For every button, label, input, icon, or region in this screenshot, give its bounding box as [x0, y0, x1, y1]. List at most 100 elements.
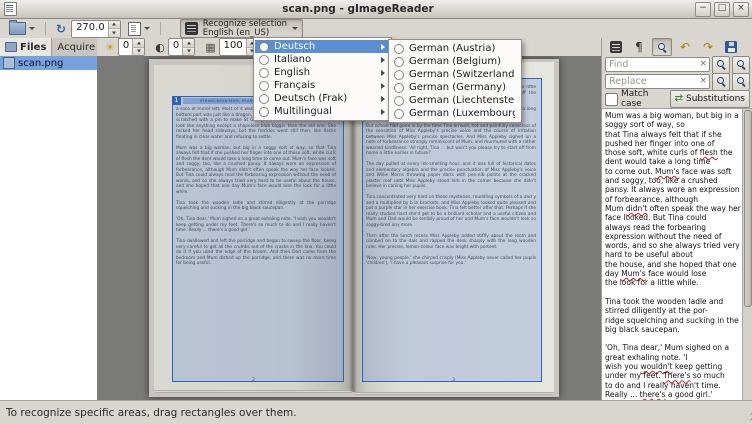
- output-text[interactable]: Mum was a big woman, but big in a soggy …: [602, 109, 743, 401]
- spin-up-icon[interactable]: [183, 39, 194, 47]
- recognize-button[interactable]: Recognize selection English (en_US): [180, 19, 303, 38]
- output-text-area[interactable]: Mum was a big woman, but big in a soggy …: [602, 108, 752, 401]
- spin-down-icon[interactable]: [133, 47, 144, 56]
- contrast-control[interactable]: ◐ 0: [155, 38, 195, 56]
- find-row: ×: [602, 56, 752, 73]
- rotate-left-button[interactable]: ↻: [51, 19, 71, 38]
- redo-button[interactable]: ↷: [698, 38, 718, 56]
- radio-icon: [259, 68, 269, 78]
- output-scrollbar[interactable]: [742, 109, 752, 401]
- strip-linebreaks-button[interactable]: ¶: [629, 38, 649, 56]
- submenu-arrow-icon: [381, 96, 385, 102]
- open-button[interactable]: [4, 19, 40, 38]
- menu-item-english[interactable]: English: [255, 66, 390, 79]
- spin-up-icon[interactable]: [109, 21, 120, 29]
- contrast-value[interactable]: 0: [169, 39, 182, 55]
- menu-item-label: Multilingual: [274, 106, 376, 117]
- file-name: scan.png: [18, 58, 63, 69]
- menu-item-deutsch[interactable]: Deutsch: [255, 40, 390, 53]
- rotation-spinbox[interactable]: 270.0: [71, 20, 121, 38]
- search-icon: [716, 59, 727, 70]
- search-icon: [657, 42, 668, 53]
- selection-region-2[interactable]: 2: [362, 78, 542, 382]
- menu-item-multilingual[interactable]: Multilingual: [255, 105, 390, 118]
- match-case-checkbox[interactable]: [605, 93, 618, 106]
- clear-replace-icon[interactable]: ×: [699, 76, 707, 87]
- submenu-item-german-luxembourg-[interactable]: German (Luxembourg): [390, 107, 520, 120]
- submenu-item-german-belgium-[interactable]: German (Belgium): [390, 55, 520, 68]
- language-submenu: German (Austria)German (Belgium) German (…: [388, 39, 522, 123]
- paragraph-icon: ¶: [635, 41, 643, 53]
- replace-input[interactable]: [605, 74, 710, 89]
- output-toolbar: ¶ ↶ ↷: [602, 38, 752, 56]
- close-button[interactable]: ×: [733, 2, 749, 17]
- language-menu: DeutschItalianoEnglish Français Deutsch (F…: [253, 37, 392, 121]
- menu-item-label: English: [274, 67, 376, 78]
- menu-item-fran-ais[interactable]: Français: [255, 79, 390, 92]
- rotate-mode-button[interactable]: [123, 19, 155, 38]
- search-icon: [716, 76, 727, 87]
- tab-files[interactable]: Files: [0, 38, 52, 56]
- submenu-item-german-austria-[interactable]: German (Austria): [390, 42, 520, 55]
- tab-acquire[interactable]: Acquire: [52, 38, 101, 56]
- submenu-item-german-liechtenstein-[interactable]: German (Liechtenstein): [390, 94, 520, 107]
- insert-mode-button[interactable]: [606, 38, 626, 56]
- save-output-button[interactable]: [721, 38, 741, 56]
- spin-down-icon[interactable]: [183, 47, 194, 56]
- clear-find-icon[interactable]: ×: [699, 59, 707, 70]
- radio-icon: [259, 107, 269, 117]
- sources-tabbar: Files Acquire: [0, 38, 97, 57]
- chevron-down-icon: [292, 27, 298, 30]
- main-toolbar: ↻ 270.0 Recognize selection English (en_…: [0, 19, 752, 39]
- menu-item-label: Deutsch (Frak): [274, 93, 376, 104]
- spin-up-icon[interactable]: [133, 39, 144, 47]
- menu-item-label: German (Belgium): [409, 56, 515, 67]
- resolution-value[interactable]: 100: [220, 39, 246, 55]
- rotate-icon: ↻: [56, 23, 66, 35]
- output-scrollbar-thumb[interactable]: [744, 110, 752, 307]
- file-list[interactable]: scan.png: [0, 56, 97, 400]
- recognize-label: Recognize selection English (en_US): [201, 20, 289, 38]
- menu-item-label: German (Liechtenstein): [409, 95, 515, 106]
- insert-mode-icon: [610, 41, 622, 53]
- sources-panel: Files Acquire scan.png: [0, 38, 98, 400]
- selection-badge: 1: [172, 96, 181, 105]
- radio-icon: [394, 70, 404, 80]
- submenu-arrow-icon: [381, 109, 385, 115]
- menu-item-italiano[interactable]: Italiano: [255, 53, 390, 66]
- radio-icon: [394, 109, 404, 119]
- open-folder-icon: [9, 22, 26, 35]
- rotation-value[interactable]: 270.0: [72, 21, 108, 37]
- window-title: scan.png - gImageReader: [21, 3, 695, 15]
- rotation-steppers[interactable]: [108, 21, 120, 37]
- match-case-label: Match case: [621, 89, 670, 109]
- resolution-control[interactable]: ▦ 100: [205, 38, 259, 56]
- spin-down-icon[interactable]: [109, 28, 120, 37]
- titlebar[interactable]: scan.png - gImageReader − □ ×: [0, 0, 752, 19]
- find-input[interactable]: [605, 57, 710, 72]
- maximize-button[interactable]: □: [714, 2, 730, 17]
- brightness-value[interactable]: 0: [119, 39, 132, 55]
- menu-item-label: German (Switzerland): [409, 69, 515, 80]
- match-case-option[interactable]: Match case: [605, 89, 670, 109]
- submenu-arrow-icon: [381, 70, 385, 76]
- replace-all-button[interactable]: [732, 73, 750, 91]
- find-next-button[interactable]: [732, 56, 750, 74]
- substitutions-label: Substitutions: [686, 94, 745, 104]
- substitutions-button[interactable]: ⇄ Substitutions: [670, 90, 750, 108]
- undo-button[interactable]: ↶: [675, 38, 695, 56]
- menu-item-deutsch-frak-[interactable]: Deutsch (Frak): [255, 92, 390, 105]
- find-replace-button[interactable]: [652, 38, 672, 56]
- selection-region-1[interactable]: 1: [172, 96, 344, 382]
- submenu-item-german-switzerland-[interactable]: German (Switzerland): [390, 68, 520, 81]
- radio-icon: [394, 83, 404, 93]
- app-icon: [4, 2, 17, 16]
- save-icon: [725, 41, 737, 53]
- submenu-item-german-germany-[interactable]: German (Germany): [390, 81, 520, 94]
- brightness-control[interactable]: ☀ 0: [105, 38, 145, 56]
- file-list-item[interactable]: scan.png: [0, 56, 97, 70]
- minimize-button[interactable]: −: [695, 2, 711, 17]
- find-previous-button[interactable]: [712, 56, 730, 74]
- replace-button[interactable]: [712, 73, 730, 91]
- menu-item-label: Français: [274, 80, 376, 91]
